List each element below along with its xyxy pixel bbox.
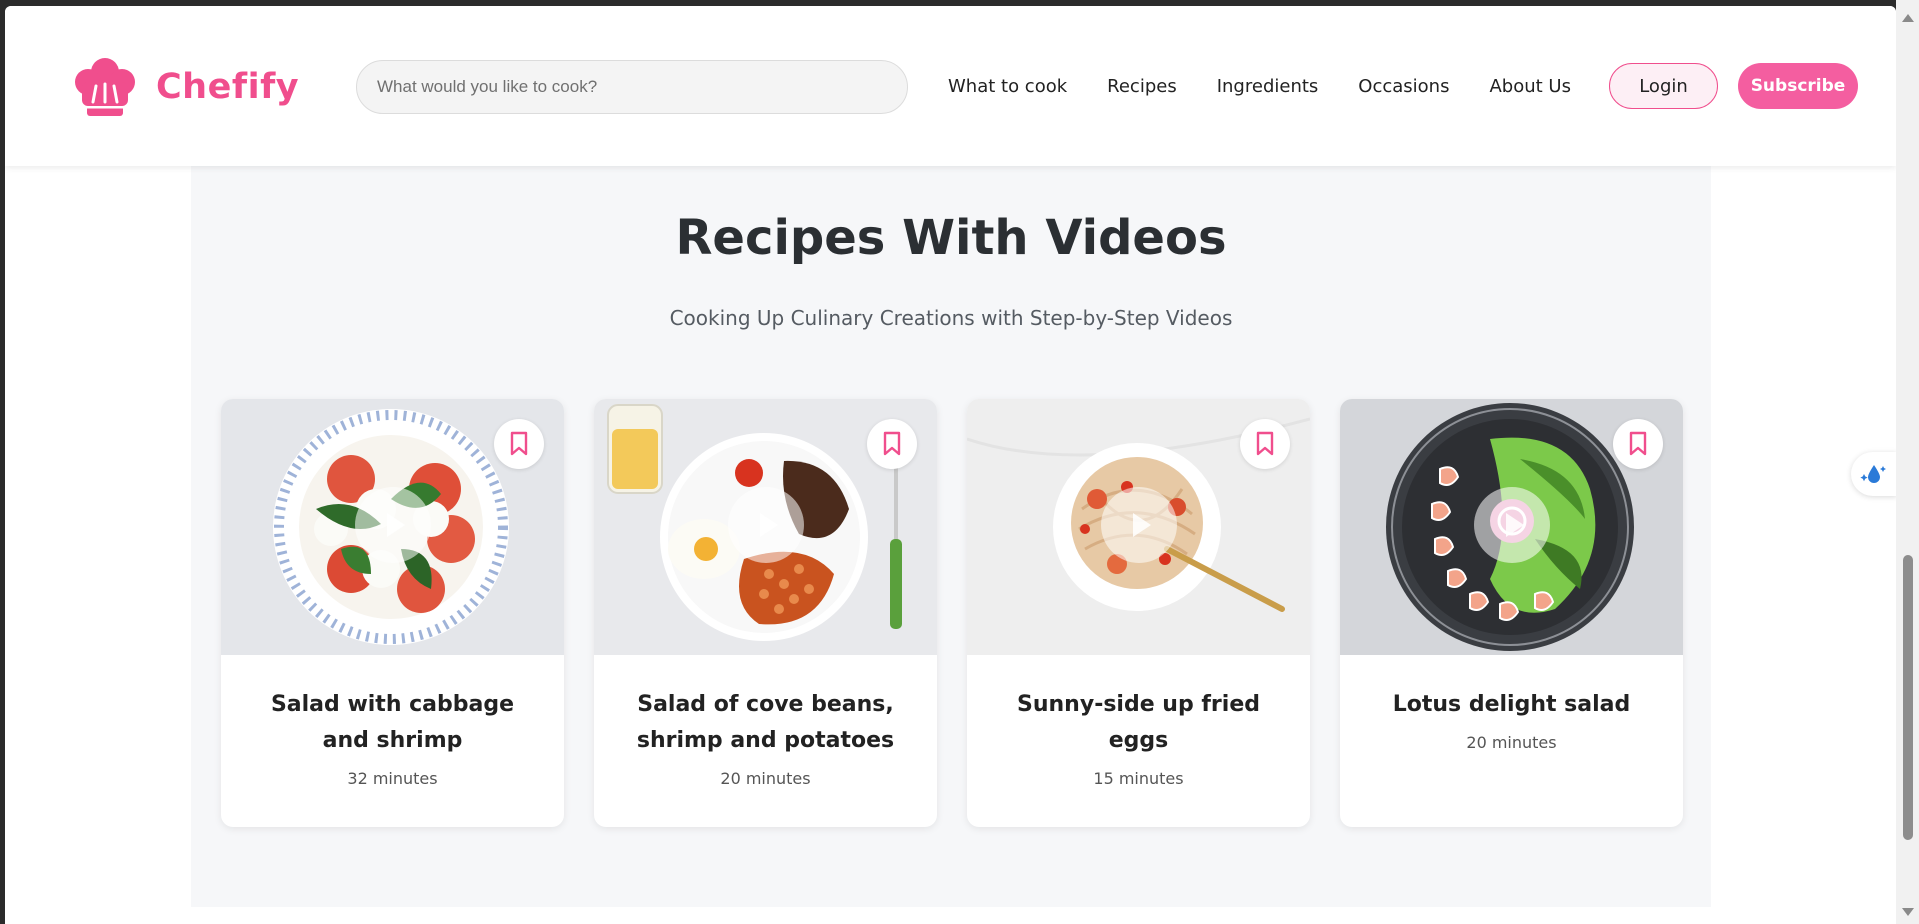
recipe-title: Sunny-side up fried eggs bbox=[1017, 692, 1260, 753]
recipe-time: 32 minutes bbox=[347, 769, 438, 788]
browser-viewport: Chefify What to cook Recipes Ingredients… bbox=[5, 6, 1896, 924]
brand-name: Chefify bbox=[156, 67, 300, 107]
play-icon[interactable] bbox=[1474, 487, 1550, 563]
scrollbar-thumb[interactable] bbox=[1903, 555, 1913, 840]
recipe-time: 20 minutes bbox=[720, 769, 811, 788]
recipe-image bbox=[221, 399, 564, 655]
play-icon[interactable] bbox=[1101, 487, 1177, 563]
section-title: Recipes With Videos bbox=[675, 210, 1227, 266]
recipe-title: Salad of cove beans, shrimp and potatoes bbox=[636, 692, 895, 753]
recipes-with-videos-section: Recipes With Videos Cooking Up Culinary … bbox=[191, 166, 1711, 907]
recipe-card[interactable]: Sunny-side up fried eggs 15 minutes bbox=[967, 399, 1310, 827]
site-header: Chefify What to cook Recipes Ingredients… bbox=[5, 6, 1896, 166]
chef-hat-icon bbox=[75, 58, 135, 116]
recipe-title: Lotus delight salad bbox=[1392, 692, 1631, 717]
scroll-down-arrow-icon[interactable] bbox=[1902, 908, 1914, 916]
recipe-card-list: Salad with cabbage and shrimp 32 minutes bbox=[221, 399, 1683, 827]
nav-item-what-to-cook[interactable]: What to cook bbox=[948, 76, 1067, 97]
recipe-image bbox=[594, 399, 937, 655]
recipe-image bbox=[1340, 399, 1683, 655]
recipe-card[interactable]: Lotus delight salad 20 minutes bbox=[1340, 399, 1683, 827]
search-input[interactable] bbox=[356, 60, 908, 114]
play-icon[interactable] bbox=[728, 487, 804, 563]
recipe-card[interactable]: Salad of cove beans, shrimp and potatoes… bbox=[594, 399, 937, 827]
recipe-image bbox=[967, 399, 1310, 655]
recipe-title: Salad with cabbage and shrimp bbox=[270, 692, 515, 753]
section-subtitle: Cooking Up Culinary Creations with Step-… bbox=[669, 306, 1233, 330]
scroll-up-arrow-icon[interactable] bbox=[1902, 14, 1914, 22]
main-nav: What to cook Recipes Ingredients Occasio… bbox=[948, 76, 1571, 97]
recipe-time: 20 minutes bbox=[1466, 733, 1557, 752]
bookmark-icon[interactable] bbox=[1240, 419, 1290, 469]
login-button[interactable]: Login bbox=[1609, 63, 1718, 109]
bookmark-icon[interactable] bbox=[867, 419, 917, 469]
recipe-time: 15 minutes bbox=[1093, 769, 1184, 788]
bookmark-icon[interactable] bbox=[1613, 419, 1663, 469]
nav-item-recipes[interactable]: Recipes bbox=[1107, 76, 1177, 97]
recipe-card[interactable]: Salad with cabbage and shrimp 32 minutes bbox=[221, 399, 564, 827]
page-scrollbar[interactable] bbox=[1896, 0, 1919, 924]
water-drop-sparkle-icon bbox=[1860, 465, 1886, 483]
play-icon[interactable] bbox=[355, 487, 431, 563]
logo[interactable]: Chefify bbox=[74, 56, 299, 118]
nav-item-occasions[interactable]: Occasions bbox=[1358, 76, 1449, 97]
nav-item-ingredients[interactable]: Ingredients bbox=[1217, 76, 1319, 97]
subscribe-button[interactable]: Subscribe bbox=[1738, 63, 1858, 109]
accessibility-widget-button[interactable] bbox=[1851, 452, 1896, 496]
bookmark-icon[interactable] bbox=[494, 419, 544, 469]
nav-item-about-us[interactable]: About Us bbox=[1489, 76, 1571, 97]
